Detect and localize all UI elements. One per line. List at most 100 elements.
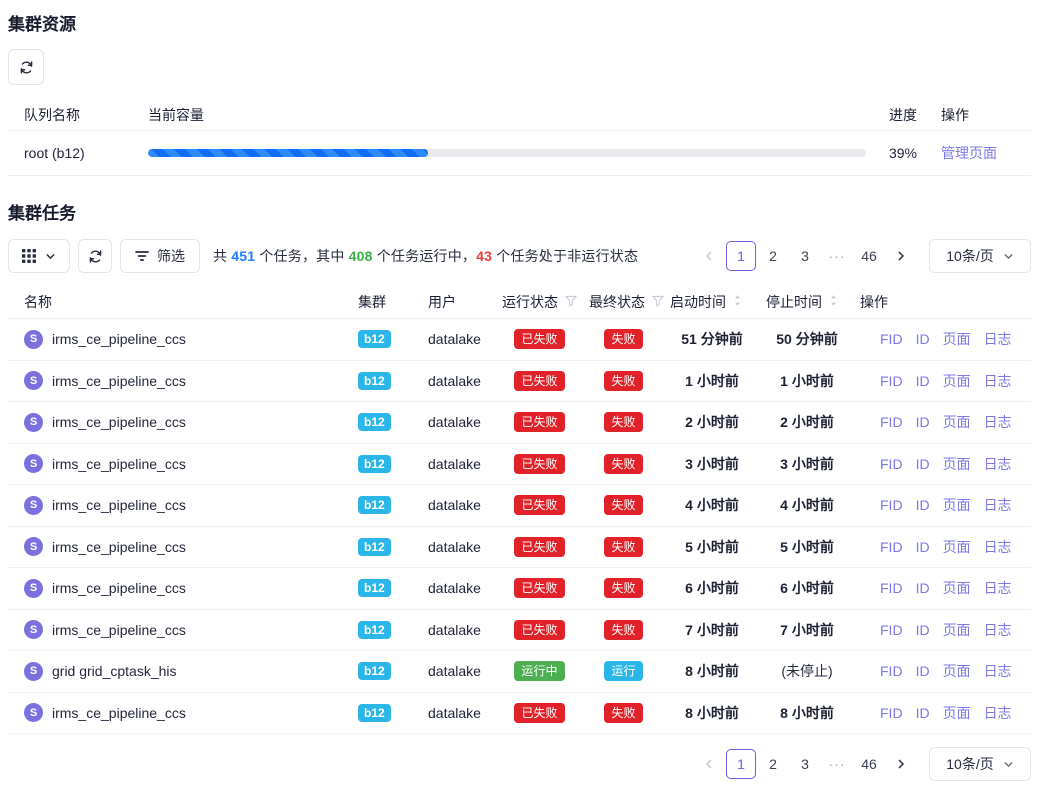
table-row: Sirms_ce_pipeline_ccsb12datalake已失败失败5 小… (8, 527, 1031, 569)
pagination-next-button[interactable] (886, 241, 916, 271)
page-size-select[interactable]: 10条/页 (929, 239, 1031, 273)
task-actions-cell: FID ID 页面日志 (854, 661, 1031, 681)
task-final-status-cell: 失败 (583, 578, 664, 598)
pagination-page-2[interactable]: 2 (758, 749, 788, 779)
pagination-page-1[interactable]: 1 (726, 241, 756, 271)
filter-lines-icon (135, 250, 149, 262)
pagination-prev-button[interactable] (694, 749, 724, 779)
task-action-link[interactable]: ID (916, 331, 930, 347)
task-action-link[interactable]: 页面 (943, 495, 971, 515)
task-run-status-cell: 运行中 (496, 661, 583, 681)
task-name: irms_ce_pipeline_ccs (52, 497, 186, 513)
task-action-link[interactable]: 日志 (984, 329, 1012, 349)
task-action-link[interactable]: 页面 (943, 329, 971, 349)
pagination-page-3[interactable]: 3 (790, 241, 820, 271)
task-action-link[interactable]: 页面 (943, 412, 971, 432)
filter-button[interactable]: 筛选 (120, 239, 200, 273)
task-action-link[interactable]: ID (916, 705, 930, 721)
progress-track (148, 149, 866, 157)
task-action-link[interactable]: 日志 (984, 578, 1012, 598)
task-action-link[interactable]: ID (916, 456, 930, 472)
run-status-badge: 已失败 (514, 620, 564, 640)
task-action-link[interactable]: FID (880, 456, 903, 472)
task-action-link[interactable]: 日志 (984, 703, 1012, 723)
task-action-link[interactable]: 页面 (943, 578, 971, 598)
header-stop-time: 停止时间 (760, 292, 854, 312)
task-final-status-cell: 失败 (583, 454, 664, 474)
run-status-badge: 运行中 (514, 661, 564, 681)
task-actions-cell: FID ID 页面日志 (854, 537, 1031, 557)
columns-layout-dropdown-button[interactable] (8, 239, 70, 273)
task-action-link[interactable]: ID (916, 373, 930, 389)
task-action-link[interactable]: 页面 (943, 620, 971, 640)
final-status-badge: 失败 (604, 620, 642, 640)
task-action-link[interactable]: 日志 (984, 537, 1012, 557)
sorter-icon[interactable] (829, 294, 838, 310)
pagination-ellipsis[interactable]: ··· (822, 241, 852, 271)
task-run-status-cell: 已失败 (496, 537, 583, 557)
task-action-link[interactable]: FID (880, 331, 903, 347)
task-action-link[interactable]: 页面 (943, 371, 971, 391)
task-cluster-cell: b12 (352, 496, 422, 514)
pagination-ellipsis[interactable]: ··· (822, 749, 852, 779)
task-action-link[interactable]: 日志 (984, 412, 1012, 432)
task-action-link[interactable]: 日志 (984, 620, 1012, 640)
filter-funnel-icon[interactable] (652, 294, 664, 310)
task-name-cell: Sirms_ce_pipeline_ccs (8, 330, 352, 349)
task-name: irms_ce_pipeline_ccs (52, 580, 186, 596)
pagination-page-2[interactable]: 2 (758, 241, 788, 271)
pagination-page-1[interactable]: 1 (726, 749, 756, 779)
pagination-page-46[interactable]: 46 (854, 749, 884, 779)
table-row: Sirms_ce_pipeline_ccsb12datalake已失败失败7 小… (8, 610, 1031, 652)
task-cluster-cell: b12 (352, 455, 422, 473)
task-stop-time: 5 小时前 (760, 537, 854, 557)
pagination-next-button[interactable] (886, 749, 916, 779)
header-name: 名称 (8, 292, 352, 312)
task-action-link[interactable]: 日志 (984, 371, 1012, 391)
task-action-link[interactable]: 页面 (943, 537, 971, 557)
spark-avatar: S (24, 330, 43, 349)
task-action-link[interactable]: FID (880, 497, 903, 513)
task-action-link[interactable]: FID (880, 580, 903, 596)
pagination-page-3[interactable]: 3 (790, 749, 820, 779)
filter-funnel-icon[interactable] (565, 294, 577, 310)
task-action-link[interactable]: 日志 (984, 454, 1012, 474)
page-size-select[interactable]: 10条/页 (929, 747, 1031, 781)
task-action-link[interactable]: 日志 (984, 495, 1012, 515)
pagination-bottom: 123···46 10条/页 (693, 747, 1031, 781)
task-action-link[interactable]: ID (916, 414, 930, 430)
task-action-link[interactable]: ID (916, 663, 930, 679)
task-user: datalake (422, 539, 496, 555)
task-action-link[interactable]: ID (916, 497, 930, 513)
header-ops: 操作 (854, 292, 1031, 312)
task-action-link[interactable]: FID (880, 622, 903, 638)
task-action-link[interactable]: 页面 (943, 703, 971, 723)
pagination-prev-button[interactable] (694, 241, 724, 271)
header-run-status: 运行状态 (496, 292, 583, 312)
resources-refresh-button[interactable] (8, 49, 44, 85)
task-action-link[interactable]: 页面 (943, 661, 971, 681)
task-action-link[interactable]: FID (880, 414, 903, 430)
task-action-link[interactable]: 页面 (943, 454, 971, 474)
task-action-link[interactable]: 日志 (984, 661, 1012, 681)
task-action-link[interactable]: ID (916, 580, 930, 596)
sorter-icon[interactable] (733, 294, 742, 310)
task-action-link[interactable]: FID (880, 373, 903, 389)
task-user: datalake (422, 705, 496, 721)
task-action-link[interactable]: ID (916, 622, 930, 638)
filter-button-label: 筛选 (157, 246, 185, 266)
task-final-status-cell: 失败 (583, 620, 664, 640)
task-action-link[interactable]: FID (880, 705, 903, 721)
cluster-resources-title: 集群资源 (8, 15, 1031, 34)
manage-page-link[interactable]: 管理页面 (941, 145, 997, 161)
task-start-time: 1 小时前 (664, 371, 760, 391)
task-action-link[interactable]: ID (916, 539, 930, 555)
chevron-down-icon (45, 251, 56, 262)
pagination-page-46[interactable]: 46 (854, 241, 884, 271)
task-action-link[interactable]: FID (880, 663, 903, 679)
cluster-tag: b12 (358, 455, 391, 473)
tasks-refresh-button[interactable] (78, 239, 112, 273)
task-cluster-cell: b12 (352, 330, 422, 348)
task-action-link[interactable]: FID (880, 539, 903, 555)
task-final-status-cell: 失败 (583, 412, 664, 432)
